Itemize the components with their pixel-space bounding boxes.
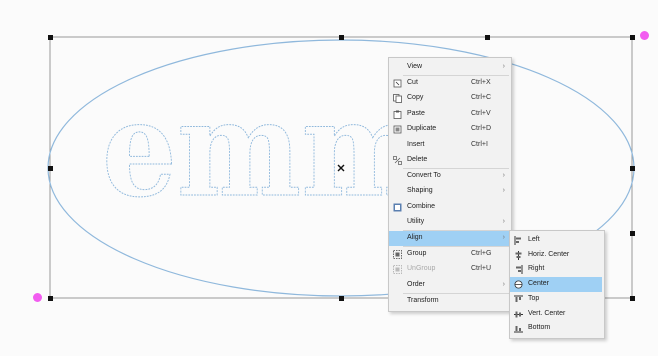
menu-item-label: Insert	[407, 141, 425, 148]
submenu-arrow-icon: ›	[502, 63, 505, 70]
submenu-arrow-icon: ›	[502, 234, 505, 241]
resize-handle-e[interactable]	[630, 166, 635, 171]
resize-handle-s[interactable]	[339, 296, 344, 301]
align-horiz-center-icon	[514, 250, 523, 260]
align-option-label: Left	[528, 236, 540, 243]
menu-item-label: View	[407, 63, 423, 70]
menu-item-duplicate[interactable]: Duplicate Ctrl+D	[389, 122, 509, 137]
resize-handle-ne[interactable]	[630, 35, 635, 40]
menu-item-label: Copy	[407, 94, 424, 101]
copy-icon	[393, 94, 402, 103]
rotation-handle-ne[interactable]	[640, 31, 649, 40]
resize-handle-w[interactable]	[48, 166, 53, 171]
menu-item-label: Align	[407, 234, 423, 241]
menu-item-shortcut: Ctrl+V	[471, 110, 491, 117]
menu-item-combine[interactable]: Combine	[389, 200, 509, 215]
align-option-label: Bottom	[528, 324, 551, 332]
menu-item-label: Order	[407, 281, 425, 288]
menu-item-shortcut: Ctrl+C	[471, 94, 492, 101]
resize-handle-nw[interactable]	[48, 35, 53, 40]
menu-item-label: Utility	[407, 218, 425, 225]
menu-item-label: Transform	[407, 297, 439, 304]
menu-item-utility[interactable]: Utility ›	[389, 215, 509, 230]
align-right-icon	[514, 265, 523, 275]
align-option-label: Right	[528, 265, 545, 273]
menu-item-label: Combine	[407, 203, 436, 210]
menu-item-cut[interactable]: Cut Ctrl+X	[389, 76, 509, 91]
delete-icon	[393, 156, 402, 165]
menu-item-align[interactable]: Align ›	[389, 231, 509, 246]
submenu-arrow-icon: ›	[502, 218, 505, 225]
menu-item-shortcut: Ctrl+D	[471, 125, 492, 132]
submenu-arrow-icon: ›	[502, 281, 505, 288]
align-option-horiz-center[interactable]: Horiz. Center	[510, 248, 602, 263]
align-bottom-icon	[514, 324, 523, 333]
menu-item-label: Delete	[407, 156, 428, 163]
menu-item-copy[interactable]: Copy Ctrl+C	[389, 91, 509, 106]
align-option-label: Top	[528, 294, 540, 302]
menu-item-label: Convert To	[407, 172, 441, 179]
cut-icon	[393, 79, 402, 88]
menu-item-label: Duplicate	[407, 125, 437, 132]
menu-item-insert[interactable]: Insert Ctrl+I	[389, 138, 509, 153]
combine-icon	[393, 203, 402, 212]
menu-item-shaping[interactable]: Shaping ›	[389, 184, 509, 199]
align-option-bottom[interactable]: Bottom	[510, 321, 602, 336]
resize-handle-n[interactable]	[339, 35, 344, 40]
menu-item-label: Group	[407, 250, 427, 257]
paste-icon	[393, 110, 402, 119]
align-submenu: Left Horiz. Center Right Center Top Vert. Cen…	[509, 230, 605, 339]
resize-handle-n2[interactable]	[485, 35, 490, 40]
menu-item-group[interactable]: Group Ctrl+G	[389, 247, 509, 262]
submenu-arrow-icon: ›	[502, 187, 505, 194]
group-icon	[393, 250, 402, 259]
menu-item-convert-to[interactable]: Convert To ›	[389, 169, 509, 184]
align-option-label: Center	[528, 280, 550, 288]
menu-item-shortcut: Ctrl+U	[471, 265, 492, 272]
duplicate-icon	[393, 125, 402, 134]
resize-handle-e2[interactable]	[630, 231, 635, 236]
menu-item-delete[interactable]: Delete	[389, 153, 509, 168]
resize-handle-sw[interactable]	[48, 296, 53, 301]
menu-item-shortcut: Ctrl+G	[471, 250, 492, 257]
menu-item-label: Shaping	[407, 187, 433, 194]
menu-item-paste[interactable]: Paste Ctrl+V	[389, 107, 509, 122]
align-option-label: Vert. Center	[528, 309, 566, 317]
align-option-left[interactable]: Left	[510, 233, 602, 248]
align-top-icon	[514, 295, 523, 304]
align-option-center[interactable]: Center	[510, 277, 602, 293]
submenu-arrow-icon: ›	[502, 172, 505, 179]
align-left-icon	[514, 236, 523, 245]
menu-item-view[interactable]: View ›	[389, 60, 509, 75]
align-center-icon	[514, 280, 523, 289]
menu-item-shortcut: Ctrl+X	[471, 79, 491, 86]
resize-handle-se[interactable]	[630, 296, 635, 301]
align-option-top[interactable]: Top	[510, 292, 602, 307]
ungroup-icon	[393, 265, 402, 274]
menu-item-transform[interactable]: Transform	[389, 294, 509, 309]
menu-item-label: Paste	[407, 110, 425, 117]
context-menu: View › Cut Ctrl+X Copy Ctrl+C Paste Ctrl+V Dupli…	[388, 57, 512, 312]
menu-item-label: UnGroup	[407, 265, 436, 272]
align-option-vert-center[interactable]: Vert. Center	[510, 307, 602, 322]
menu-item-order[interactable]: Order ›	[389, 278, 509, 293]
align-vert-center-icon	[514, 310, 523, 319]
menu-item-shortcut: Ctrl+I	[471, 141, 488, 148]
rotation-handle-sw[interactable]	[33, 293, 42, 302]
align-option-label: Horiz. Center	[528, 250, 570, 258]
align-option-right[interactable]: Right	[510, 262, 602, 277]
menu-item-ungroup[interactable]: UnGroup Ctrl+U	[389, 262, 509, 277]
menu-item-label: Cut	[407, 79, 418, 86]
